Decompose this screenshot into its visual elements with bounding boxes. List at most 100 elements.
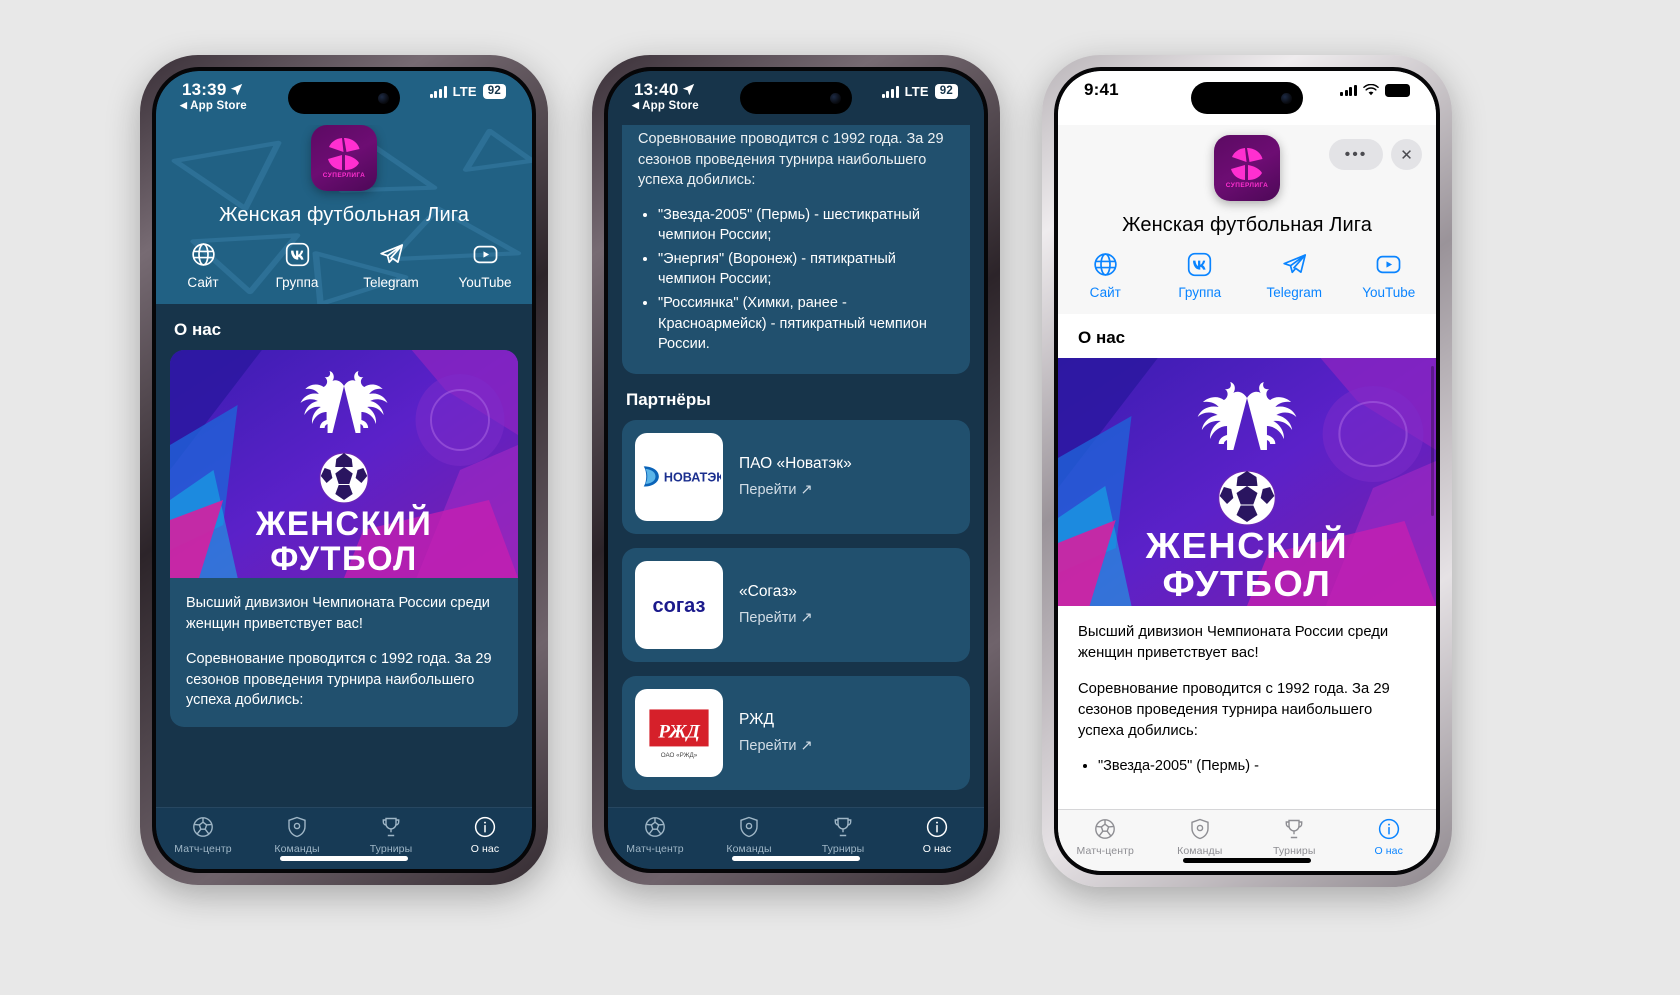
link-vk[interactable]: Группа (250, 241, 344, 290)
status-time: 13:40 (634, 80, 679, 99)
home-indicator (732, 856, 860, 861)
novatek-logo: НОВАТЭК (635, 432, 723, 521)
phone-two: 13:40 ◀ App Store LTE 92 Соревнование пр… (592, 55, 1000, 885)
novatek-logo-icon: НОВАТЭК (643, 466, 721, 487)
link-telegram[interactable]: Telegram (344, 241, 438, 290)
tab-about[interactable]: О нас (1342, 817, 1437, 857)
home-indicator (280, 856, 408, 861)
sogaz-logo-icon: согаз (653, 595, 706, 617)
link-site-label: Сайт (187, 275, 219, 290)
phone-two-body: 13:40 ◀ App Store LTE 92 Соревнование пр… (604, 67, 988, 873)
app-icon: СУПЕРЛИГА (1214, 135, 1280, 201)
tab-match-center[interactable]: Матч-центр (608, 815, 702, 855)
phone-one: 13:39 ◀ App Store LTE 92 СУПЕРЛИГА Женск… (140, 55, 548, 885)
home-indicator (1183, 858, 1311, 863)
partner-card-sogaz[interactable]: согаз «Согаз» Перейти ↗ (622, 547, 970, 662)
battery-indicator: 92 (934, 84, 958, 99)
partner-go-link[interactable]: Перейти ↗ (739, 482, 852, 498)
tab-teams[interactable]: Команды (702, 815, 796, 855)
sogaz-logo: согаз (635, 560, 723, 649)
link-telegram-label: Telegram (363, 275, 419, 290)
back-to-app-store[interactable]: ◀ App Store (632, 100, 699, 112)
location-arrow-icon (683, 84, 695, 96)
youtube-icon (473, 245, 497, 264)
dynamic-island (740, 82, 852, 114)
partner-name: ПАО «Новатэк» (739, 455, 852, 473)
status-time-row: 13:39 (182, 81, 247, 99)
back-caret-icon: ◀ (632, 100, 640, 111)
about-text: Высший дивизион Чемпионата России среди … (1058, 606, 1436, 777)
social-links-row: Сайт Группа Telegram YouTube (156, 241, 532, 290)
tab-about-label: О нас (1374, 845, 1403, 857)
tab-tournaments[interactable]: Турниры (344, 815, 438, 855)
about-card: ЖЕНСКИЙ ФУТБОЛ Высший дивизион Чемпионат… (1058, 358, 1436, 780)
tab-about[interactable]: О нас (438, 815, 532, 855)
section-title-partners: Партнёры (626, 389, 711, 409)
link-telegram[interactable]: Telegram (1247, 251, 1342, 300)
phone-three-screen: 9:41 ••• ✕ СУПЕРЛИГА Женская футбольная … (1058, 71, 1436, 871)
tab-match-center[interactable]: Матч-центр (1058, 817, 1153, 857)
partner-name: РЖД (739, 711, 774, 729)
banner-line-1: ЖЕНСКИЙ (255, 503, 432, 543)
tab-about[interactable]: О нас (890, 815, 984, 855)
trophy-icon (834, 817, 852, 837)
ball-icon (645, 817, 665, 837)
ball-icon (193, 817, 213, 837)
screenshot-stage: 13:39 ◀ App Store LTE 92 СУПЕРЛИГА Женск… (0, 0, 1680, 995)
svg-text:НОВАТЭК: НОВАТЭК (664, 471, 721, 485)
link-vk[interactable]: Группа (1153, 251, 1248, 300)
superliga-logo-icon (1231, 148, 1263, 180)
phone-one-body: 13:39 ◀ App Store LTE 92 СУПЕРЛИГА Женск… (152, 67, 536, 873)
status-left: 13:40 ◀ App Store (632, 81, 699, 112)
link-site[interactable]: Сайт (156, 241, 250, 290)
app-icon-wordmark: СУПЕРЛИГА (1225, 182, 1269, 189)
section-title-about: О нас (174, 320, 222, 339)
phone-one-screen: 13:39 ◀ App Store LTE 92 СУПЕРЛИГА Женск… (156, 71, 532, 869)
list-item: "Звезда-2005" (Пермь) - шестикратный чем… (658, 205, 954, 246)
tab-teams[interactable]: Команды (1153, 817, 1248, 857)
partner-go-link[interactable]: Перейти ↗ (739, 738, 813, 754)
scrollbar[interactable] (1430, 366, 1434, 516)
more-options-button[interactable]: ••• (1329, 139, 1383, 170)
womens-football-banner: ЖЕНСКИЙ ФУТБОЛ (170, 350, 518, 578)
tab-teams[interactable]: Команды (250, 815, 344, 855)
partner-card-novatek[interactable]: НОВАТЭК ПАО «Новатэк» Перейти ↗ (622, 419, 970, 534)
about-scroll-area[interactable]: ЖЕНСКИЙ ФУТБОЛ Высший дивизион Чемпионат… (1058, 358, 1436, 809)
link-site[interactable]: Сайт (1058, 251, 1153, 300)
app-icon: СУПЕРЛИГА (311, 125, 377, 191)
partner-go-link[interactable]: Перейти ↗ (739, 610, 813, 626)
status-time: 13:39 (182, 80, 227, 99)
back-label: App Store (642, 99, 699, 112)
list-item: "Россиянка" (Химки, ранее - Красноармейс… (658, 293, 954, 355)
info-icon (926, 816, 948, 838)
tab-tournaments[interactable]: Турниры (1247, 817, 1342, 857)
back-caret-icon: ◀ (180, 100, 188, 111)
tab-match-center-label: Матч-центр (1076, 845, 1134, 857)
signal-bars-icon (881, 86, 899, 98)
tab-teams-label: Команды (726, 843, 772, 855)
close-button[interactable]: ✕ (1391, 139, 1422, 170)
back-label: App Store (190, 99, 247, 112)
telegram-icon (1283, 254, 1306, 274)
about-scroll-area[interactable]: Соревнование проводится с 1992 года. За … (608, 125, 984, 807)
about-paragraph-1: Высший дивизион Чемпионата России среди … (1078, 624, 1389, 661)
vk-icon (285, 242, 309, 267)
link-youtube-label: YouTube (1362, 285, 1416, 300)
app-icon-wordmark: СУПЕРЛИГА (322, 172, 366, 179)
back-to-app-store[interactable]: ◀ App Store (180, 100, 247, 112)
battery-indicator: 92 (482, 84, 506, 99)
link-youtube[interactable]: YouTube (1342, 251, 1437, 300)
tab-tournaments-label: Турниры (821, 843, 865, 855)
app-title: Женская футбольная Лига (1122, 214, 1372, 236)
partner-card-rzd[interactable]: РЖД ОАО «РЖД» РЖД Перейти ↗ (622, 675, 970, 790)
tab-match-center[interactable]: Матч-центр (156, 815, 250, 855)
link-youtube[interactable]: YouTube (438, 241, 532, 290)
about-scroll-area[interactable]: ЖЕНСКИЙ ФУТБОЛ Высший дивизион Чемпионат… (156, 350, 532, 807)
tab-about-label: О нас (922, 843, 952, 855)
app-hero-header: СУПЕРЛИГА Женская футбольная Лига Сайт Г… (156, 125, 532, 304)
superliga-logo-icon (328, 138, 360, 170)
tab-teams-label: Команды (1177, 845, 1223, 857)
tab-tournaments[interactable]: Турниры (796, 815, 890, 855)
status-time-row: 13:40 (634, 81, 699, 99)
list-item: "Энергия" (Воронеж) - пятикратный чемпио… (658, 249, 954, 290)
